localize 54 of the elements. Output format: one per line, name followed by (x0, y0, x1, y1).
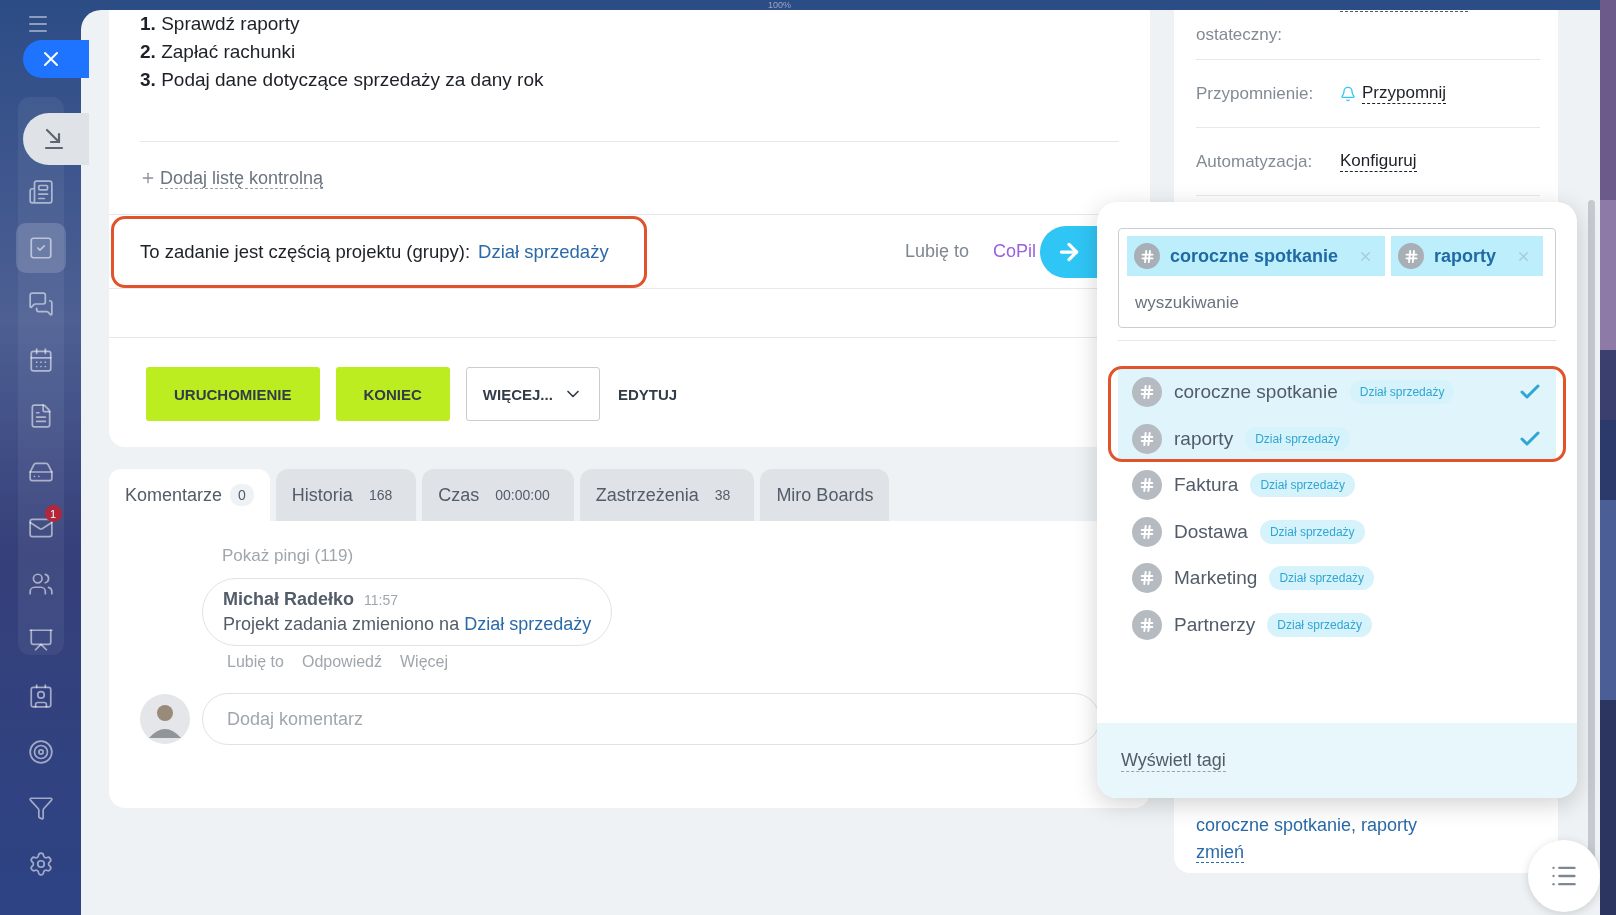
group-tag: Dział sprzedaży (1267, 612, 1372, 637)
group-tag: Dział sprzedaży (1250, 473, 1356, 498)
action-button[interactable]: EDYTUJ (601, 367, 694, 421)
action-button[interactable]: URUCHOMIENIE (146, 367, 320, 421)
show-tags-link[interactable]: Wyświetl tagi (1121, 749, 1226, 772)
notification-badge: 1 (44, 505, 62, 522)
action-button[interactable]: KONIEC (335, 367, 450, 421)
comment-input[interactable]: Dodaj komentarz (202, 693, 1100, 745)
tag-option[interactable]: Marketing Dział sprzedaży (1118, 555, 1556, 602)
checklist-item: 3. Podaj dane dotyczące sprzedaży za dany rok (140, 68, 545, 92)
tag-input[interactable]: coroczne spotkanie raporty wyszukiwanie (1118, 228, 1556, 328)
tab[interactable]: Zastrzeżenia 38 (579, 469, 755, 521)
project-label: To zadanie jest częścią projektu (grupy): (140, 240, 471, 263)
group-tag: Dział sprzedaży (1349, 380, 1455, 405)
tag-chip: coroczne spotkanie (1127, 236, 1386, 276)
tag-option[interactable]: Faktura Dział sprzedaży (1118, 462, 1556, 509)
copilot-link[interactable]: CoPil (993, 241, 1036, 262)
detail-label: ostateczny: (1196, 24, 1283, 45)
tag-chip: raporty (1391, 236, 1544, 276)
group-tag: Dział sprzedaży (1259, 519, 1365, 544)
tab[interactable]: Czas 00:00:00 (422, 469, 574, 521)
tag-option[interactable]: Dostawa Dział sprzedaży (1118, 508, 1556, 555)
tag-option[interactable]: coroczne spotkanie Dział sprzedaży (1118, 369, 1556, 416)
group-tag: Dział sprzedaży (1269, 566, 1375, 591)
tag-name: coroczne spotkanie (1174, 381, 1338, 404)
tag-option[interactable]: Partnerzy Dział sprzedaży (1118, 601, 1556, 648)
comment-link[interactable]: Dział sprzedaży (464, 614, 592, 634)
tag-name: Dostawa (1174, 520, 1248, 543)
tag-name: raporty (1174, 427, 1234, 450)
tab[interactable]: Historia 168 (275, 469, 417, 521)
tag-name: Faktura (1174, 474, 1239, 497)
detail-label: Przypomnienie: (1196, 83, 1315, 104)
add-checklist-link[interactable]: Dodaj listę kontrolną (160, 167, 324, 189)
change-link[interactable]: zmień (1196, 842, 1244, 863)
checklist-item: 1. Sprawdź raporty (140, 12, 301, 36)
count-badge: 0 (230, 484, 254, 506)
detail-label: Automatyzacja: (1196, 151, 1314, 172)
tab[interactable]: Komentarze 0 (109, 469, 270, 521)
comment-author: Michał Radełko (223, 589, 355, 609)
comment-text: Projekt zadania zmieniono na Dział sprzedaży (223, 614, 592, 635)
detail-link[interactable]: Konfiguruj (1340, 151, 1417, 172)
tags-value: coroczne spotkanie, raporty (1196, 815, 1419, 836)
tag-name: Marketing (1174, 567, 1258, 590)
checklist-item: 2. Zapłać rachunki (140, 40, 297, 64)
comment-time: 11:57 (364, 592, 399, 608)
detail-link[interactable]: Przypomnij (1362, 83, 1447, 104)
zoom-label: 100% (768, 0, 792, 10)
tab[interactable]: Miro Boards (760, 469, 890, 521)
sidebar-item[interactable]: 1 (15, 503, 66, 553)
like-link[interactable]: Lubię to (904, 241, 969, 262)
tag-name: Partnerzy (1174, 613, 1256, 636)
project-link[interactable]: Dział sprzedaży (478, 240, 609, 263)
more-dropdown[interactable]: WIĘCEJ... (465, 367, 600, 421)
group-tag: Dział sprzedaży (1245, 426, 1350, 451)
